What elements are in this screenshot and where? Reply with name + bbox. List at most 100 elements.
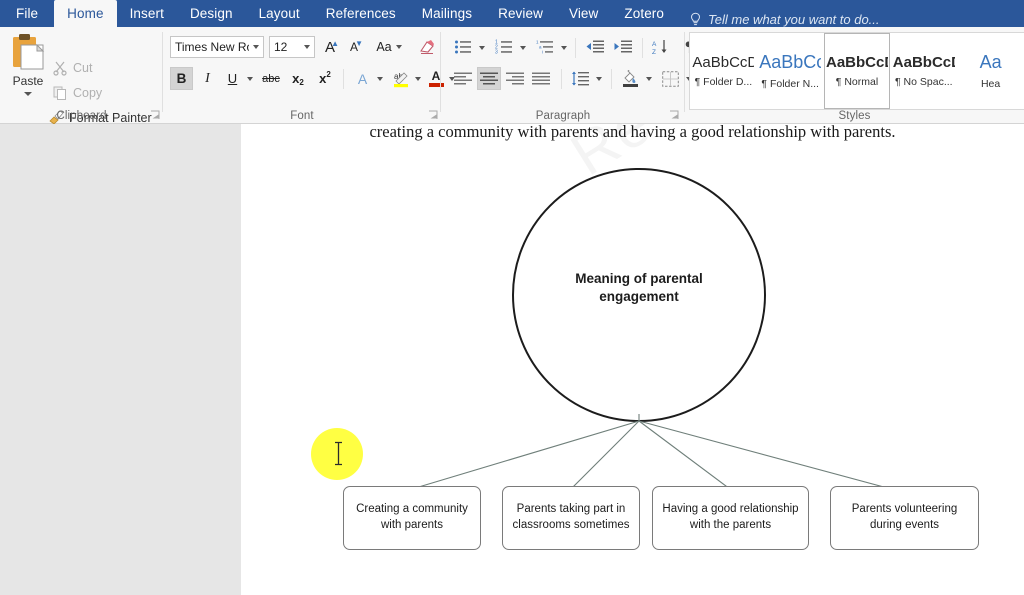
style-item-folder-n[interactable]: AaBbCc ¶ Folder N... xyxy=(757,33,824,109)
italic-button[interactable]: I xyxy=(196,67,219,90)
paste-button[interactable]: Paste xyxy=(6,31,50,111)
borders-button[interactable] xyxy=(658,67,682,90)
style-item-normal[interactable]: AaBbCcDc ¶ Normal xyxy=(823,33,891,109)
line-spacing-caret-icon[interactable] xyxy=(594,74,604,84)
ribbon: Paste Cut Copy Format Painter Clipboard … xyxy=(0,27,1024,125)
tab-references[interactable]: References xyxy=(313,0,409,27)
child-node-4[interactable]: Parents volunteering during events xyxy=(830,486,979,550)
ribbon-group-paragraph: 1 2 3 1 a i A Z Paragraph xyxy=(441,27,692,124)
font-dialog-launcher[interactable] xyxy=(428,110,439,121)
tab-mailings[interactable]: Mailings xyxy=(409,0,485,27)
numbering-button[interactable]: 1 2 3 xyxy=(492,36,516,58)
clipboard-dialog-launcher[interactable] xyxy=(150,110,161,121)
document-area: Re creating a community with parents and… xyxy=(0,124,1024,595)
paragraph-dialog-launcher[interactable] xyxy=(669,110,680,121)
hierarchy-diagram[interactable]: Meaning of parental engagement Creating … xyxy=(241,124,1024,595)
root-label-line2: engagement xyxy=(599,289,679,305)
style-preview: AaBbCcDc xyxy=(825,54,888,71)
style-item-no-spacing[interactable]: AaBbCcDc ¶ No Spac... xyxy=(890,33,957,109)
style-preview: Aa xyxy=(979,52,1002,72)
styles-group-label: Styles xyxy=(838,110,871,122)
subscript-button[interactable]: x2 xyxy=(286,67,310,90)
justify-button[interactable] xyxy=(529,67,553,90)
font-name-caret-icon[interactable] xyxy=(249,45,263,49)
tell-me-label: Tell me what you want to do... xyxy=(708,12,880,27)
tab-mailings-label: Mailings xyxy=(421,6,473,21)
shading-caret-icon[interactable] xyxy=(644,74,654,84)
document-page[interactable]: Re creating a community with parents and… xyxy=(241,124,1024,595)
tab-insert[interactable]: Insert xyxy=(117,0,177,27)
paragraph-row2-separator-2 xyxy=(611,69,612,89)
change-case-caret-icon[interactable] xyxy=(395,45,402,49)
multilevel-caret-icon[interactable] xyxy=(559,43,569,53)
style-item-folder-d[interactable]: AaBbCcDc ¶ Folder D... xyxy=(690,33,757,109)
tab-references-label: References xyxy=(325,6,396,21)
text-effects-caret-icon[interactable] xyxy=(375,74,385,84)
root-label-line1: Meaning of parental xyxy=(575,271,703,286)
tab-review[interactable]: Review xyxy=(485,0,556,27)
root-label: Meaning of parental engagement xyxy=(539,270,739,306)
paragraph-row-separator-2 xyxy=(642,38,643,58)
tab-view[interactable]: View xyxy=(556,0,611,27)
copy-icon xyxy=(52,85,68,101)
highlight-caret-icon[interactable] xyxy=(413,74,423,84)
bold-label: B xyxy=(176,71,187,86)
clipboard-group-label: Clipboard xyxy=(56,110,107,122)
child-node-2[interactable]: Parents taking part in classrooms someti… xyxy=(502,486,640,550)
shading-button[interactable] xyxy=(618,67,642,90)
sort-button[interactable]: A Z xyxy=(648,36,672,58)
tab-zotero[interactable]: Zotero xyxy=(611,0,677,27)
text-highlight-button[interactable]: ab xyxy=(389,67,412,90)
copy-label: Copy xyxy=(73,86,103,100)
paragraph-row2-separator xyxy=(561,69,562,89)
tab-insert-label: Insert xyxy=(129,6,164,21)
font-size-value: 12 xyxy=(274,40,288,54)
numbering-caret-icon[interactable] xyxy=(518,43,528,53)
cut-button[interactable]: Cut xyxy=(52,60,92,76)
change-case-button[interactable]: Aa xyxy=(372,36,406,58)
tab-home[interactable]: Home xyxy=(54,0,117,27)
bullets-button[interactable] xyxy=(451,36,475,58)
shrink-font-arrow-icon: ▼ xyxy=(355,39,363,48)
line-spacing-button[interactable] xyxy=(568,67,592,90)
multilevel-list-button[interactable]: 1 a i xyxy=(533,36,557,58)
child-node-4-label: Parents volunteering during events xyxy=(851,503,958,531)
font-size-caret-icon[interactable] xyxy=(300,45,314,49)
font-name-combo[interactable]: Times New Ro xyxy=(170,36,264,58)
styles-gallery[interactable]: AaBbCcDc ¶ Folder D... AaBbCc ¶ Folder N… xyxy=(689,32,1024,110)
tab-file[interactable]: File xyxy=(0,0,54,27)
font-size-combo[interactable]: 12 xyxy=(269,36,315,58)
child-node-3[interactable]: Having a good relationship with the pare… xyxy=(652,486,809,550)
tab-design-label: Design xyxy=(189,6,233,21)
tell-me-search[interactable]: Tell me what you want to do... xyxy=(689,12,880,27)
text-effects-button[interactable]: A xyxy=(351,67,374,90)
copy-button[interactable]: Copy xyxy=(52,85,102,101)
tab-design[interactable]: Design xyxy=(177,0,246,27)
subscript-sub: 2 xyxy=(299,78,304,87)
child-node-2-label: Parents taking part in classrooms someti… xyxy=(512,503,630,531)
svg-text:Z: Z xyxy=(652,49,656,55)
tab-layout[interactable]: Layout xyxy=(246,0,313,27)
underline-caret-icon[interactable] xyxy=(245,74,255,84)
align-left-button[interactable] xyxy=(451,67,475,90)
paragraph-row-separator xyxy=(575,38,576,58)
clear-formatting-button[interactable] xyxy=(415,36,439,58)
increase-indent-button[interactable] xyxy=(611,36,635,58)
strikethrough-button[interactable]: abc xyxy=(258,67,284,90)
style-item-heading[interactable]: Aa Hea xyxy=(957,33,1024,109)
shrink-font-button[interactable]: A ▼ xyxy=(343,36,365,58)
tab-zotero-label: Zotero xyxy=(624,6,665,21)
decrease-indent-button[interactable] xyxy=(583,36,607,58)
align-right-button[interactable] xyxy=(503,67,527,90)
align-center-button[interactable] xyxy=(477,67,501,90)
paste-dropdown-caret-icon[interactable] xyxy=(24,92,32,96)
ribbon-tabstrip: File Home Insert Design Layout Reference… xyxy=(0,0,1024,27)
superscript-button[interactable]: x2 xyxy=(313,67,337,90)
bullets-caret-icon[interactable] xyxy=(477,43,487,53)
underline-button[interactable]: U xyxy=(221,67,244,90)
style-preview: AaBbCcDc xyxy=(692,54,754,71)
child-node-1[interactable]: Creating a community with parents xyxy=(343,486,481,550)
bold-button[interactable]: B xyxy=(170,67,193,90)
grow-font-button[interactable]: A ▲ xyxy=(319,36,341,58)
grow-font-arrow-icon: ▲ xyxy=(331,39,339,48)
